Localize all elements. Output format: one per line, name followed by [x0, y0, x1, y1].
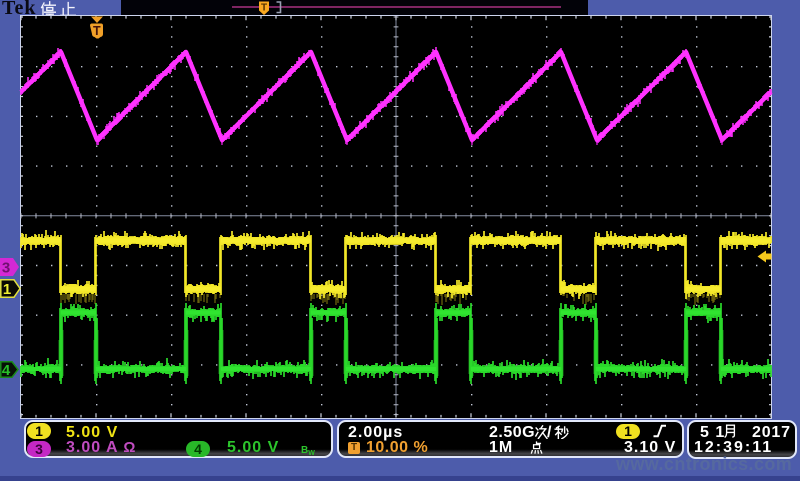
svg-text:3: 3 [2, 260, 10, 277]
svg-text:4: 4 [2, 362, 11, 379]
svg-text:T: T [93, 24, 101, 38]
svg-text:1: 1 [3, 281, 11, 298]
